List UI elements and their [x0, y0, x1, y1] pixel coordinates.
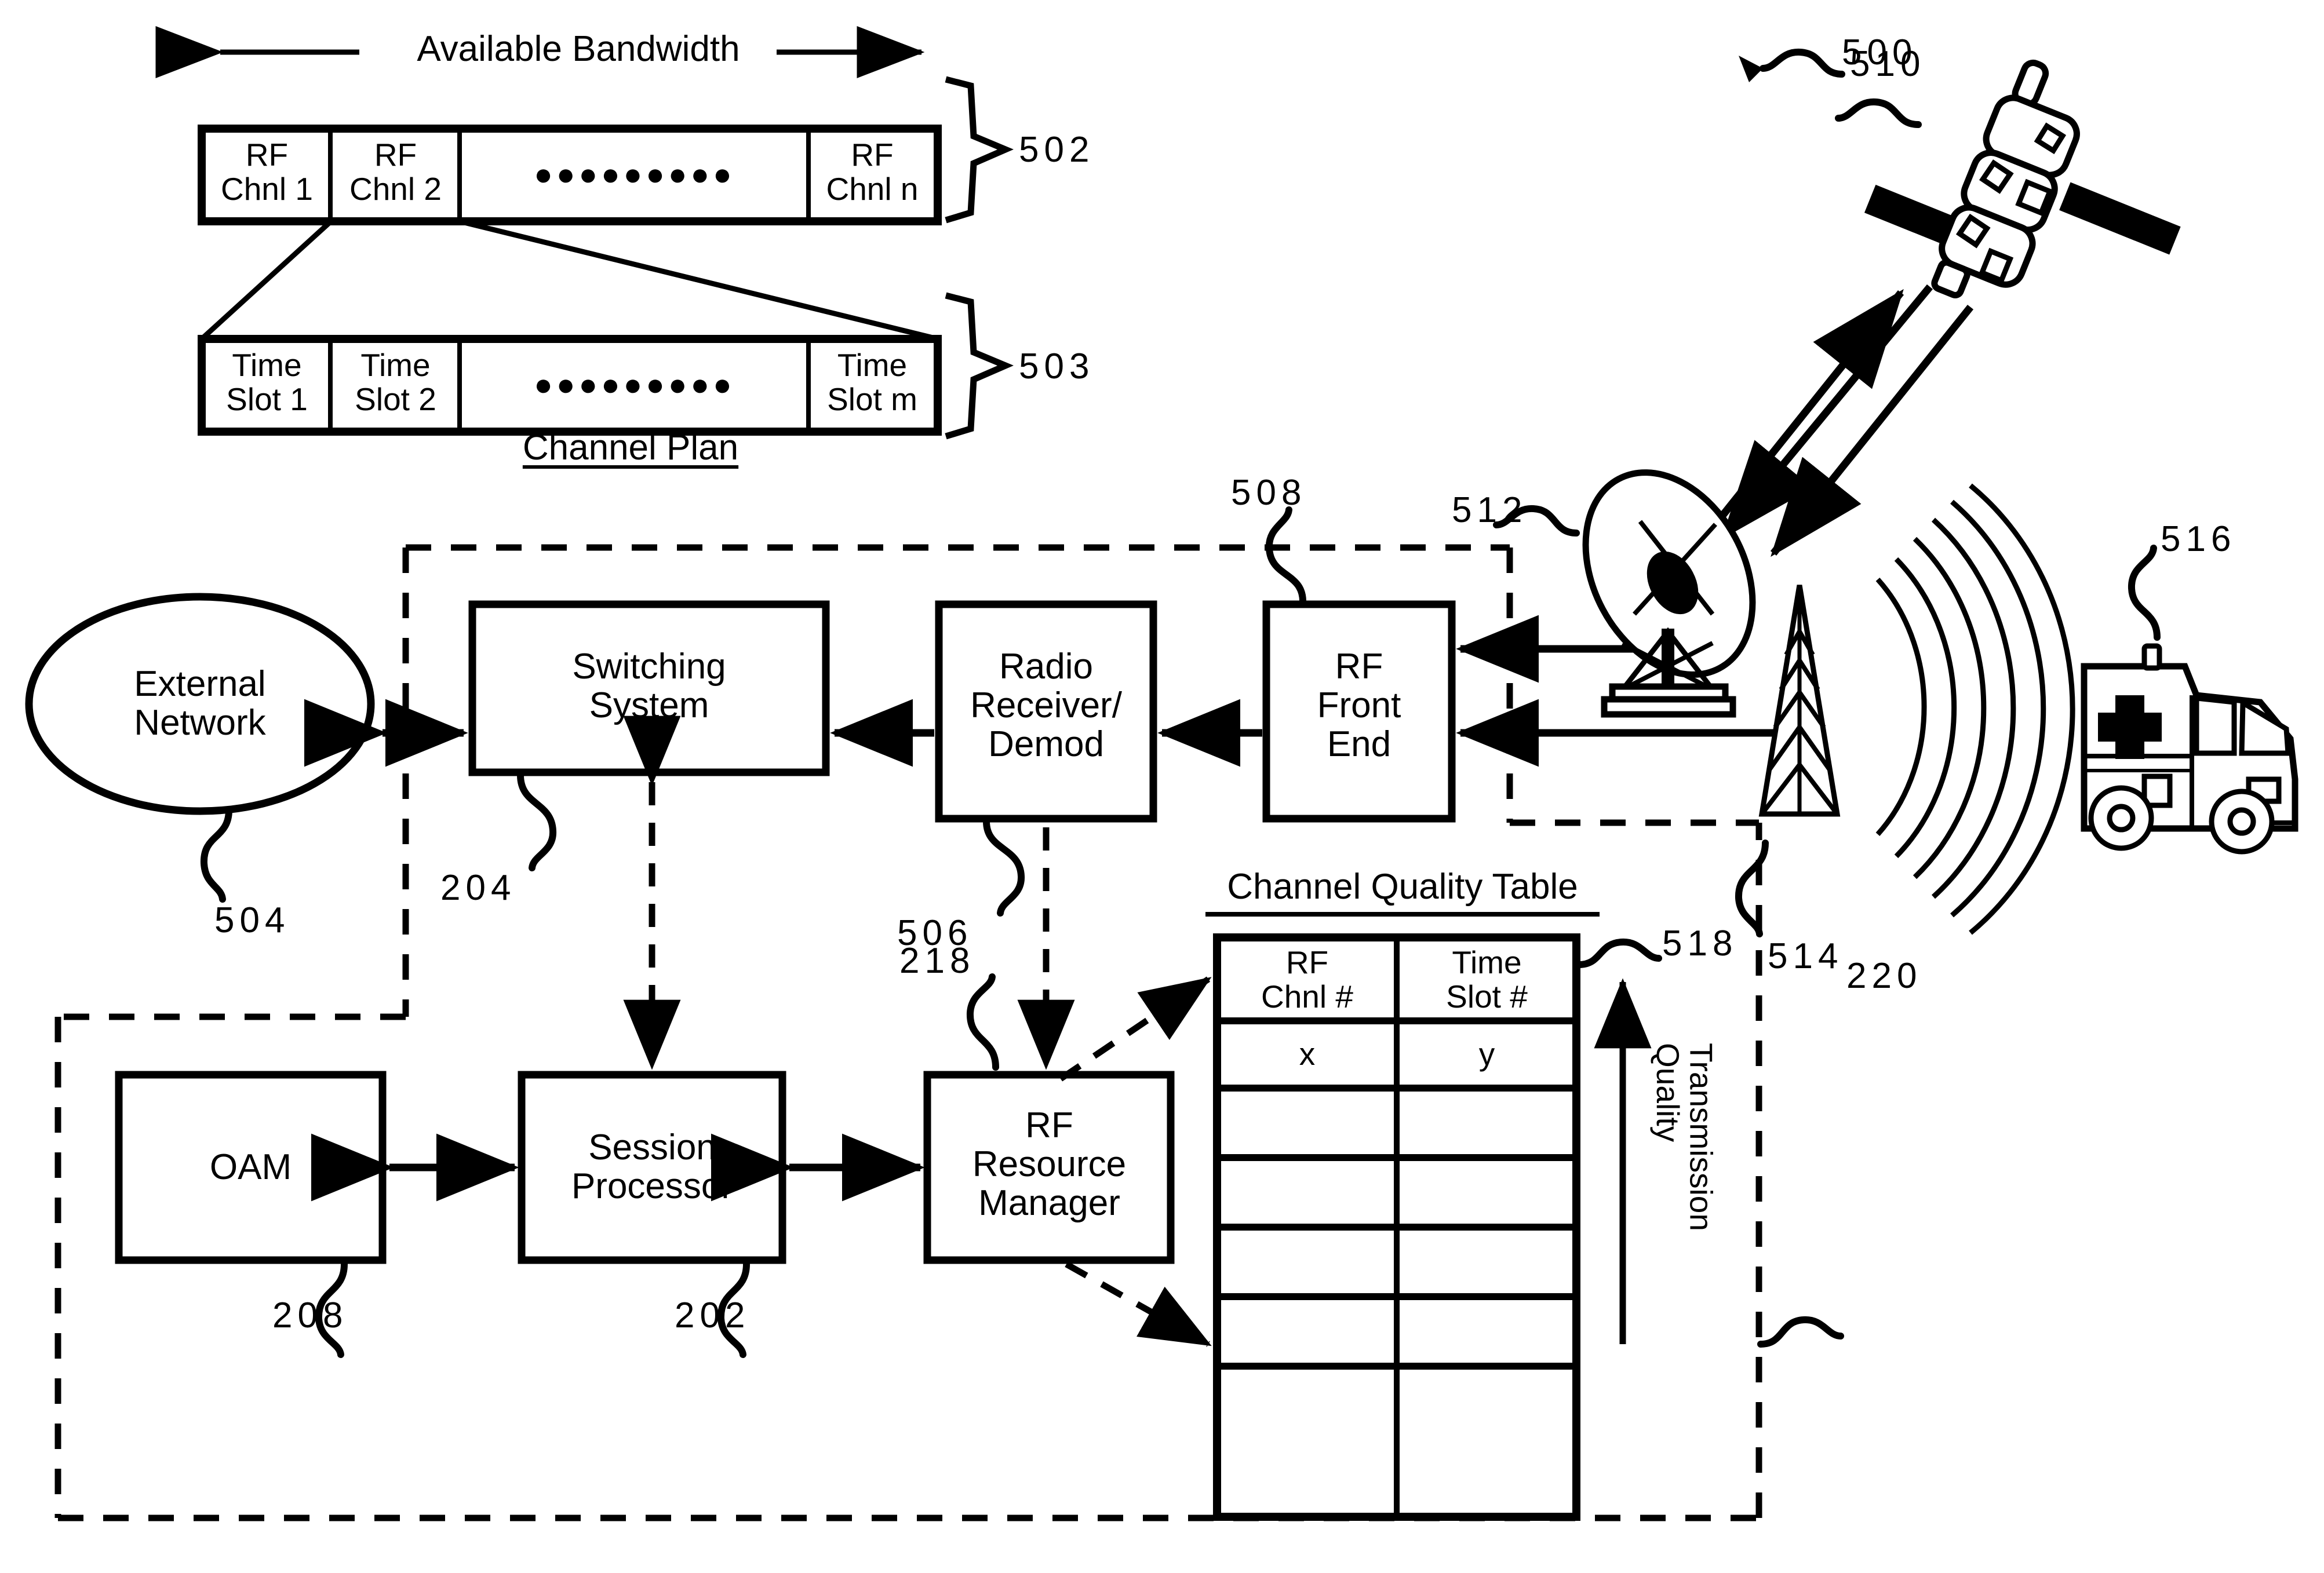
oam-label: OAM	[209, 1147, 292, 1187]
ref-204: 204	[440, 868, 516, 908]
ref-518: 518	[1662, 924, 1738, 963]
rf-resource-manager-label: RF Resource Manager	[972, 1105, 1127, 1223]
ref-516: 516	[2161, 519, 2236, 559]
ref-202: 202	[675, 1295, 751, 1335]
time-slot-cell-2: Time Slot 2	[355, 347, 436, 418]
brace-502	[945, 76, 1014, 224]
available-bandwidth-label: Available Bandwidth	[417, 29, 740, 69]
ref-504: 504	[214, 900, 290, 940]
time-slot-cell-m: Time Slot m	[827, 347, 917, 418]
channel-quality-table-title: Channel Quality Table	[1227, 867, 1578, 907]
diagram-vector-layer	[25, 26, 2298, 1521]
cqt-column-header-time-slot: Time Slot #	[1446, 944, 1528, 1015]
cqt-column-header-rf-chnl: RF Chnl #	[1261, 944, 1353, 1015]
channel-quality-table-grid	[1213, 933, 1580, 1521]
transmission-quality-label: Transmission Quality	[1649, 1043, 1720, 1231]
rf-channel-ellipsis: ●●●●●●●●●	[534, 157, 735, 192]
ref-510: 510	[1850, 44, 1926, 84]
radio-waves-icon	[1875, 483, 2075, 935]
ref-220: 220	[1846, 956, 1922, 996]
ref-512: 512	[1452, 490, 1528, 530]
ref-508: 508	[1231, 473, 1307, 513]
ref-500-arrowhead	[1739, 56, 1763, 82]
ref-208: 208	[272, 1295, 348, 1335]
cqt-cell-r0c0: x	[1299, 1036, 1316, 1072]
dashed-control-connectors	[623, 716, 1075, 1070]
rf-channel-cell-2: RF Chnl 2	[349, 137, 442, 207]
ref-218: 218	[899, 941, 975, 981]
external-network-label: External Network	[134, 664, 266, 743]
ref-514: 514	[1768, 936, 1844, 976]
ref-502: 502	[1019, 130, 1095, 170]
patent-figure: Available Bandwidth RF Chnl 1 RF Chnl 2 …	[0, 0, 2324, 1573]
switching-system-label: Switching System	[572, 647, 726, 725]
rf-front-end-label: RF Front End	[1317, 647, 1401, 764]
brace-503	[945, 292, 1014, 440]
session-processor-label: Session Processor	[571, 1127, 734, 1206]
time-slot-cell-1: Time Slot 1	[226, 347, 308, 418]
satellite-beam-arrows	[1666, 284, 1974, 585]
satellite-dish-icon	[1582, 469, 1756, 718]
radio-receiver-label: Radio Receiver/ Demod	[970, 647, 1122, 764]
ref-503: 503	[1019, 346, 1095, 386]
rf-channel-cell-n: RF Chnl n	[826, 137, 919, 207]
channel-expansion-lines	[199, 218, 939, 342]
time-slot-ellipsis: ●●●●●●●●●	[534, 367, 735, 402]
rf-channel-cell-1: RF Chnl 1	[221, 137, 313, 207]
channel-plan-title: Channel Plan	[522, 428, 739, 468]
antenna-tower-icon	[1758, 585, 1841, 817]
ambulance-icon	[2081, 643, 2298, 855]
cqt-cell-r0c1: y	[1478, 1036, 1495, 1072]
